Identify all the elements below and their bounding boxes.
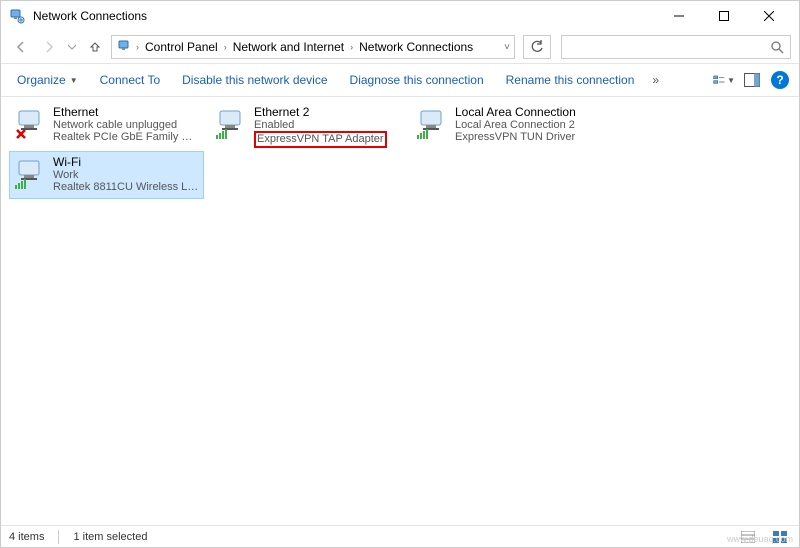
search-box[interactable] xyxy=(561,35,791,59)
chevron-right-icon[interactable]: › xyxy=(350,42,353,52)
connection-status: Local Area Connection 2 xyxy=(455,119,602,131)
highlighted-device-label: ExpressVPN TAP Adapter xyxy=(254,131,387,148)
connection-device: Realtek 8811CU Wireless LAN 802.… xyxy=(53,181,200,193)
network-adapter-icon xyxy=(13,105,47,145)
connection-name: Wi-Fi xyxy=(53,155,200,169)
diagnose-button[interactable]: Diagnose this connection xyxy=(342,69,492,91)
watermark: www.deuaq.com xyxy=(727,534,793,544)
connection-item-ethernet[interactable]: Ethernet Network cable unplugged Realtek… xyxy=(9,101,204,149)
recent-locations-button[interactable] xyxy=(65,35,79,59)
forward-button[interactable] xyxy=(37,35,61,59)
connection-item-local-area[interactable]: Local Area Connection Local Area Connect… xyxy=(411,101,606,149)
view-options-button[interactable]: ▼ xyxy=(713,69,735,91)
breadcrumb-item-1[interactable]: Network and Internet xyxy=(229,40,348,54)
location-icon xyxy=(116,38,134,56)
connection-device: ExpressVPN TUN Driver xyxy=(455,131,602,143)
chevron-down-icon: ▼ xyxy=(70,76,78,85)
minimize-button[interactable] xyxy=(656,1,701,31)
breadcrumb-item-0[interactable]: Control Panel xyxy=(141,40,222,54)
breadcrumb-bar[interactable]: › Control Panel › Network and Internet ›… xyxy=(111,35,515,59)
content-area: Ethernet Network cable unplugged Realtek… xyxy=(1,97,799,525)
connection-device: ExpressVPN TAP Adapter xyxy=(254,131,401,148)
back-button[interactable] xyxy=(9,35,33,59)
window-title: Network Connections xyxy=(33,9,656,23)
status-selection: 1 item selected xyxy=(73,531,147,543)
connection-device: Realtek PCIe GbE Family Controller xyxy=(53,131,200,143)
network-adapter-icon xyxy=(415,105,449,145)
connection-item-wifi[interactable]: Wi-Fi Work Realtek 8811CU Wireless LAN 8… xyxy=(9,151,204,199)
close-button[interactable] xyxy=(746,1,791,31)
breadcrumb-label: Control Panel xyxy=(145,40,218,54)
search-icon[interactable] xyxy=(770,40,784,54)
organize-menu[interactable]: Organize ▼ xyxy=(9,69,86,91)
connection-name: Ethernet 2 xyxy=(254,105,401,119)
disable-label: Disable this network device xyxy=(182,73,327,87)
help-button[interactable]: ? xyxy=(769,69,791,91)
overflow-button[interactable]: » xyxy=(648,69,663,91)
chevron-down-icon[interactable]: ˅ xyxy=(504,42,510,53)
status-item-count: 4 items xyxy=(9,531,44,543)
rename-label: Rename this connection xyxy=(506,73,635,87)
connection-status: Work xyxy=(53,169,200,181)
disable-device-button[interactable]: Disable this network device xyxy=(174,69,335,91)
network-adapter-icon xyxy=(214,105,248,145)
connect-to-label: Connect To xyxy=(100,73,161,87)
navbar: › Control Panel › Network and Internet ›… xyxy=(1,31,799,63)
connection-item-ethernet-2[interactable]: Ethernet 2 Enabled ExpressVPN TAP Adapte… xyxy=(210,101,405,149)
command-bar: Organize ▼ Connect To Disable this networ… xyxy=(1,63,799,97)
chevron-right-icon[interactable]: › xyxy=(224,42,227,52)
search-input[interactable] xyxy=(568,40,784,54)
app-icon xyxy=(9,8,25,24)
diagnose-label: Diagnose this connection xyxy=(350,73,484,87)
connection-status: Network cable unplugged xyxy=(53,119,200,131)
maximize-button[interactable] xyxy=(701,1,746,31)
up-button[interactable] xyxy=(83,35,107,59)
status-separator xyxy=(58,530,59,544)
connection-name: Ethernet xyxy=(53,105,200,119)
breadcrumb-label: Network and Internet xyxy=(233,40,344,54)
connection-name: Local Area Connection xyxy=(455,105,602,119)
rename-button[interactable]: Rename this connection xyxy=(498,69,643,91)
chevron-right-icon[interactable]: › xyxy=(136,42,139,52)
titlebar: Network Connections xyxy=(1,1,799,31)
connection-status: Enabled xyxy=(254,119,401,131)
help-icon: ? xyxy=(771,71,789,89)
breadcrumb-label: Network Connections xyxy=(359,40,473,54)
preview-pane-button[interactable] xyxy=(741,69,763,91)
organize-label: Organize xyxy=(17,73,66,87)
connect-to-button[interactable]: Connect To xyxy=(92,69,169,91)
status-bar: 4 items 1 item selected xyxy=(1,525,799,547)
breadcrumb-item-2[interactable]: Network Connections xyxy=(355,40,477,54)
network-adapter-icon xyxy=(13,155,47,195)
refresh-button[interactable] xyxy=(523,35,551,59)
